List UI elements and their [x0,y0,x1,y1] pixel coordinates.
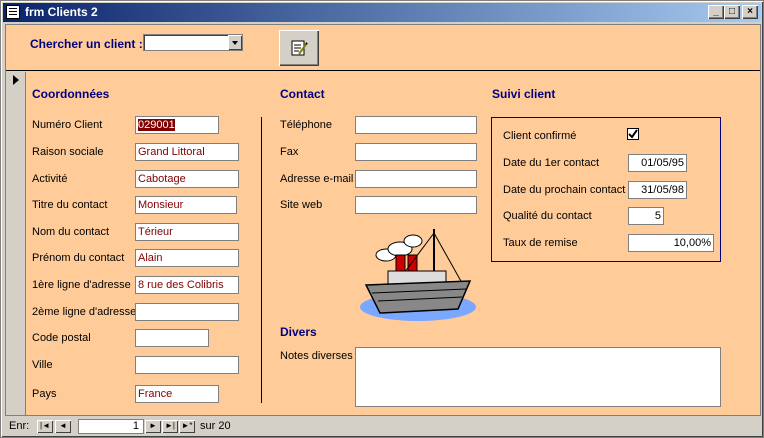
section-suivi-title: Suivi client [492,87,556,101]
field-label: Prénom du contact [32,252,125,264]
date-prochain-contact-field[interactable]: 31/05/98 [628,181,687,199]
field-label: 2ème ligne d'adresse [32,306,137,318]
client-confirme-checkbox[interactable] [627,128,639,140]
taux-remise-field[interactable]: 10,00% [628,234,714,252]
adresse-ligne1-field[interactable]: 8 rue des Colibris [135,276,239,294]
titre-contact-field[interactable]: Monsieur [135,196,237,214]
section-coordonnees-title: Coordonnées [32,87,110,101]
field-label: Taux de remise [503,237,578,249]
qualite-contact-field[interactable]: 5 [628,207,664,225]
field-label: Adresse e-mail [280,173,354,185]
current-record-arrow-icon [13,75,19,85]
telephone-field[interactable] [355,116,477,134]
section-divider [261,117,262,403]
form-header: Chercher un client : [6,25,760,71]
last-record-button[interactable]: ►| [162,420,178,433]
field-label: Numéro Client [32,119,103,131]
record-selector[interactable] [6,72,26,415]
previous-record-button[interactable]: ◄ [55,420,71,433]
field-label: Ville [32,359,53,371]
client-search-combo[interactable] [143,34,243,51]
field-label: 1ère ligne d'adresse [32,279,131,291]
field-label: Fax [280,146,299,158]
raison-sociale-field[interactable]: Grand Littoral [135,143,239,161]
minimize-button[interactable]: _ [708,5,724,19]
record-navigation-bar: Enr: |◄ ◄ 1 ► ►| ►* sur 20 [5,418,761,435]
window-title: frm Clients 2 [25,5,98,19]
edit-button[interactable] [279,30,319,66]
new-record-button[interactable]: ►* [179,420,195,433]
section-divers-title: Divers [280,325,317,339]
field-label: Site web [280,199,323,211]
section-contact-title: Contact [280,87,325,101]
field-label: Activité [32,173,68,185]
maximize-button[interactable]: □ [724,5,740,19]
site-web-field[interactable] [355,196,477,214]
check-icon [628,129,638,139]
records-label: Enr: [9,420,30,432]
form-window: frm Clients 2 _ □ × Chercher un client : [0,0,764,438]
fax-field[interactable] [355,143,477,161]
field-label: Raison sociale [32,146,104,158]
notes-field[interactable] [355,347,721,407]
pays-field[interactable]: France [135,385,219,403]
prenom-contact-field[interactable]: Alain [135,249,239,267]
field-label: Date du prochain contact [503,184,626,196]
adresse-ligne2-field[interactable] [135,303,239,321]
numero-client-field[interactable]: 029001 [135,116,219,134]
next-record-button[interactable]: ► [145,420,161,433]
search-label: Chercher un client : [30,37,143,51]
code-postal-field[interactable] [135,329,209,347]
field-label: Date du 1er contact [503,157,600,169]
field-label: Code postal [32,332,91,344]
first-record-button[interactable]: |◄ [37,420,53,433]
activite-field[interactable]: Cabotage [135,170,239,188]
field-label: Pays [32,388,57,400]
field-label: Qualité du contact [503,210,592,222]
record-total-label: sur 20 [200,420,231,432]
ville-field[interactable] [135,356,239,374]
field-label: Client confirmé [503,130,577,142]
field-label: Nom du contact [32,226,110,238]
nom-contact-field[interactable]: Térieur [135,223,239,241]
field-label: Téléphone [280,119,332,131]
title-bar[interactable]: frm Clients 2 _ □ × [3,3,761,22]
form-body: Chercher un client : Coordonnées Numéro … [5,24,761,416]
current-record-input[interactable]: 1 [78,419,144,434]
close-button[interactable]: × [742,5,758,19]
email-field[interactable] [355,170,477,188]
notepad-pencil-icon [291,40,308,56]
notes-label: Notes diverses [280,350,353,362]
form-icon[interactable] [6,5,20,19]
ship-clipart-icon [360,229,476,321]
date-premier-contact-field[interactable]: 01/05/95 [628,154,687,172]
field-value: 029001 [138,119,175,131]
field-label: Titre du contact [32,199,108,211]
chevron-down-icon[interactable] [228,35,242,50]
